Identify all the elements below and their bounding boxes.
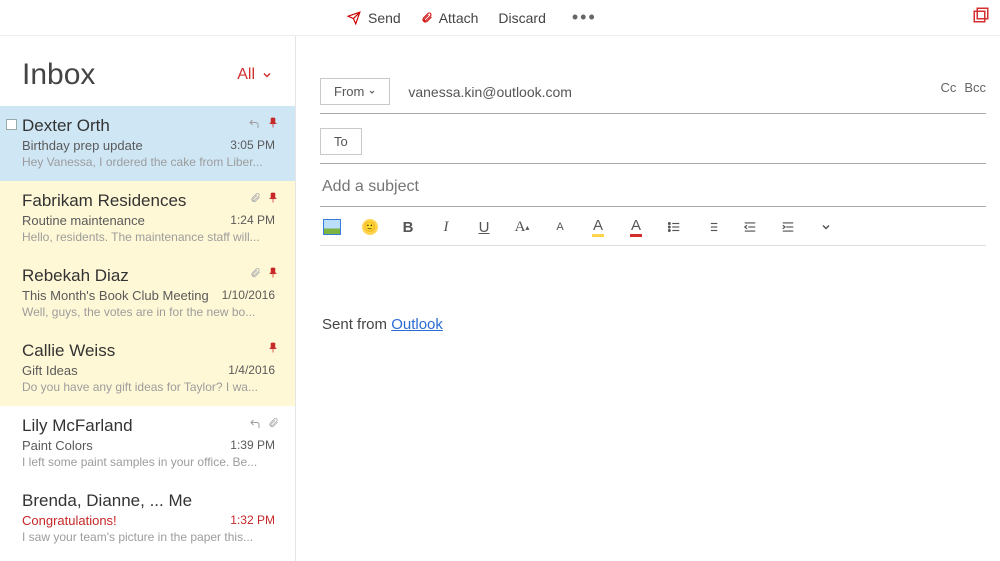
message-subject: Birthday prep update	[22, 138, 143, 153]
attachment-icon	[268, 416, 279, 435]
font-size-up-button[interactable]: A▴	[512, 217, 532, 237]
message-subject: Congratulations!	[22, 513, 117, 528]
pin-icon	[267, 341, 279, 360]
to-picker[interactable]: To	[320, 128, 362, 155]
message-list-pane: Inbox All Dexter Orth Birthday prep updat…	[0, 36, 296, 561]
send-button[interactable]: Send	[346, 10, 401, 26]
discard-label: Discard	[498, 10, 545, 26]
folder-title: Inbox	[22, 58, 95, 92]
message-subject: Paint Colors	[22, 438, 93, 453]
attach-button[interactable]: Attach	[421, 10, 479, 26]
pin-icon	[267, 191, 279, 210]
font-size-down-button[interactable]: A	[550, 217, 570, 237]
compose-pane: From vanessa.kin@outlook.com Cc Bcc To	[296, 36, 1000, 561]
message-time: 1:32 PM	[230, 513, 275, 528]
message-item[interactable]: Fabrikam Residences Routine maintenance 1:…	[0, 181, 295, 256]
subject-row	[320, 164, 986, 207]
format-toolbar: 🙂 B I U A▴ A A A	[320, 207, 986, 246]
message-item[interactable]: Brenda, Dianne, ... Me Congratulations! 1:…	[0, 481, 295, 556]
message-list: Dexter Orth Birthday prep update 3:05 PM He…	[0, 106, 295, 561]
bold-button[interactable]: B	[398, 217, 418, 237]
message-item[interactable]: Dexter Orth Birthday prep update 3:05 PM He…	[0, 106, 295, 181]
message-time: 3:05 PM	[230, 138, 275, 153]
pin-icon	[267, 116, 279, 135]
underline-button[interactable]: U	[474, 217, 494, 237]
highlight-button[interactable]: A	[588, 217, 608, 237]
message-preview: Well, guys, the votes are in for the new…	[22, 305, 275, 319]
message-sender: Rebekah Diaz	[22, 266, 275, 286]
message-subject: Routine maintenance	[22, 213, 145, 228]
numbered-list-button[interactable]	[702, 217, 722, 237]
message-sender: Brenda, Dianne, ... Me	[22, 491, 275, 511]
signature-link[interactable]: Outlook	[391, 316, 443, 333]
to-input[interactable]	[380, 134, 986, 150]
reply-icon	[247, 117, 261, 135]
indent-button[interactable]	[778, 217, 798, 237]
insert-emoji-button[interactable]: 🙂	[360, 217, 380, 237]
compose-body[interactable]: Sent from Outlook	[320, 246, 986, 333]
bcc-button[interactable]: Bcc	[964, 80, 986, 95]
filter-label: All	[237, 66, 255, 84]
cc-button[interactable]: Cc	[940, 80, 956, 95]
from-address: vanessa.kin@outlook.com	[408, 84, 572, 100]
message-time: 1:24 PM	[230, 213, 275, 228]
message-time: 1/4/2016	[228, 363, 275, 378]
message-time: 1:39 PM	[230, 438, 275, 453]
italic-button[interactable]: I	[436, 217, 456, 237]
signature-text: Sent from	[322, 316, 391, 333]
message-item[interactable]: Callie Weiss Gift Ideas 1/4/2016 Do you hav…	[0, 331, 295, 406]
bulleted-list-button[interactable]	[664, 217, 684, 237]
font-color-button[interactable]: A	[626, 217, 646, 237]
message-sender: Lily McFarland	[22, 416, 275, 436]
insert-picture-button[interactable]	[322, 217, 342, 237]
format-more-button[interactable]	[816, 217, 836, 237]
filter-dropdown[interactable]: All	[237, 66, 273, 84]
discard-button[interactable]: Discard	[498, 10, 545, 26]
subject-input[interactable]	[322, 178, 986, 196]
message-time: 1/10/2016	[222, 288, 275, 303]
message-preview: Hey Vanessa, I ordered the cake from Lib…	[22, 155, 275, 169]
message-item[interactable]: Rebekah Diaz This Month's Book Club Meeti…	[0, 256, 295, 331]
pin-icon	[267, 266, 279, 285]
message-sender: Dexter Orth	[22, 116, 275, 136]
message-preview: I saw your team's picture in the paper t…	[22, 530, 275, 544]
to-row: To	[320, 120, 986, 164]
emoji-icon: 🙂	[362, 219, 378, 235]
reply-icon	[248, 417, 262, 435]
message-subject: This Month's Book Club Meeting	[22, 288, 209, 303]
chevron-down-icon	[368, 88, 376, 96]
outdent-button[interactable]	[740, 217, 760, 237]
message-preview: Do you have any gift ideas for Taylor? I…	[22, 380, 275, 394]
send-label: Send	[368, 10, 401, 26]
attachment-icon	[250, 191, 261, 210]
message-sender: Callie Weiss	[22, 341, 275, 361]
chevron-down-icon	[261, 69, 273, 81]
popout-icon[interactable]	[972, 6, 990, 29]
attachment-icon	[250, 266, 261, 285]
attach-label: Attach	[439, 10, 479, 26]
message-preview: I left some paint samples in your office…	[22, 455, 275, 469]
message-item[interactable]: Lily McFarland Paint Colors 1:39 PM I left …	[0, 406, 295, 481]
picture-icon	[323, 219, 341, 235]
from-picker[interactable]: From	[320, 78, 390, 105]
select-checkbox[interactable]	[6, 119, 17, 130]
message-preview: Hello, residents. The maintenance staff …	[22, 230, 275, 244]
more-actions-button[interactable]: •••	[566, 7, 603, 28]
from-row: From vanessa.kin@outlook.com Cc Bcc	[320, 70, 986, 114]
message-subject: Gift Ideas	[22, 363, 78, 378]
compose-toolbar: Send Attach Discard •••	[0, 0, 1000, 36]
message-sender: Fabrikam Residences	[22, 191, 275, 211]
